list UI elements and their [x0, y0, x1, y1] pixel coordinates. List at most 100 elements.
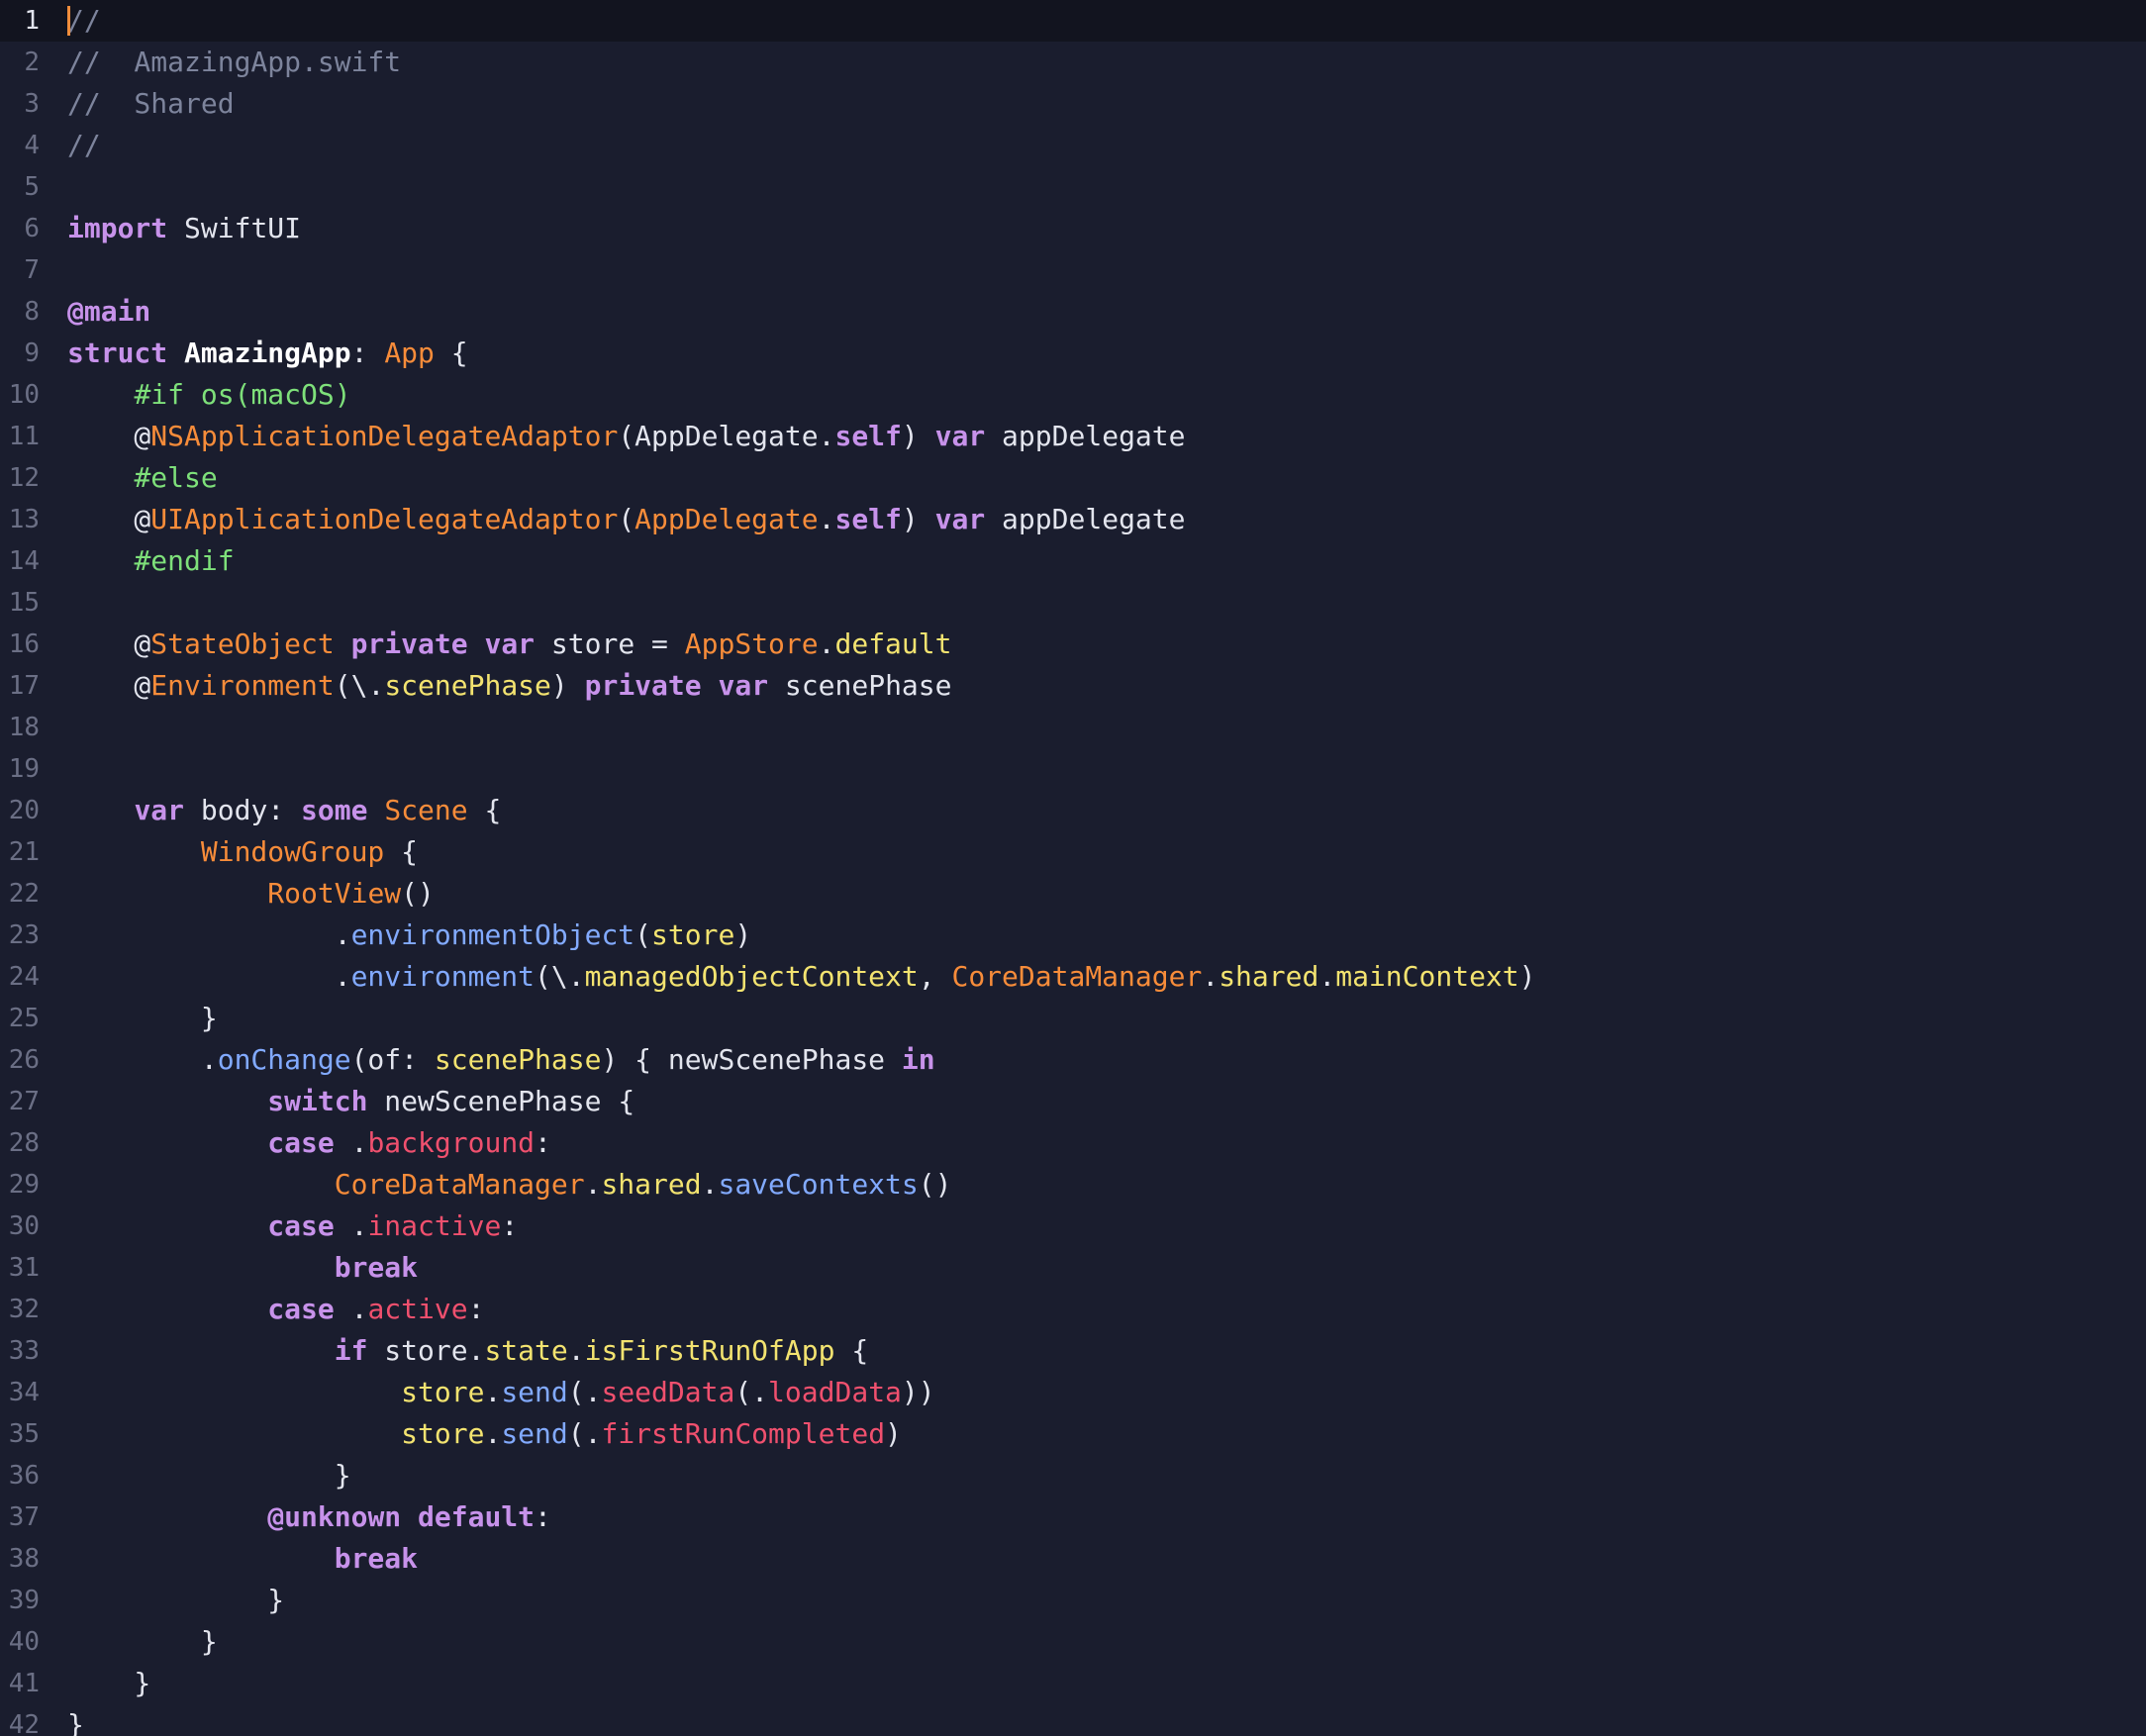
code-text[interactable]: struct AmazingApp: App {: [67, 333, 468, 374]
code-line[interactable]: 33 if store.state.isFirstRunOfApp {: [0, 1330, 2146, 1372]
code-line[interactable]: 3 // Shared: [0, 83, 2146, 125]
code-line[interactable]: 24 .environment(\.managedObjectContext, …: [0, 956, 2146, 998]
code-line[interactable]: 34 store.send(.seedData(.loadData)): [0, 1372, 2146, 1413]
code-line[interactable]: 18: [0, 707, 2146, 748]
code-line[interactable]: 19: [0, 748, 2146, 790]
code-token: @unknown: [267, 1500, 402, 1533]
line-number: 16: [8, 629, 40, 659]
code-text[interactable]: }: [67, 1580, 284, 1621]
code-text[interactable]: @Environment(\.scenePhase) private var s…: [67, 665, 951, 707]
code-line[interactable]: 28 case .background:: [0, 1122, 2146, 1164]
code-token: background: [367, 1126, 536, 1159]
code-text[interactable]: #endif: [67, 540, 234, 582]
code-line[interactable]: 12 #else: [0, 457, 2146, 499]
code-text[interactable]: case .inactive:: [67, 1206, 518, 1247]
line-number: 32: [8, 1295, 40, 1324]
code-line[interactable]: 14 #endif: [0, 540, 2146, 582]
code-token: @: [67, 420, 151, 452]
code-line[interactable]: 42}: [0, 1704, 2146, 1736]
code-text[interactable]: //: [67, 0, 101, 42]
code-text[interactable]: .environmentObject(store): [67, 915, 751, 956]
code-line[interactable]: 7: [0, 249, 2146, 291]
code-text[interactable]: }: [67, 1455, 351, 1496]
code-line[interactable]: 13 @UIApplicationDelegateAdaptor(AppDele…: [0, 499, 2146, 540]
code-line[interactable]: 27 switch newScenePhase {: [0, 1081, 2146, 1122]
code-line[interactable]: 15: [0, 582, 2146, 624]
code-text[interactable]: var body: some Scene {: [67, 790, 501, 831]
code-text[interactable]: RootView(): [67, 873, 435, 915]
code-line[interactable]: 5: [0, 166, 2146, 208]
code-line[interactable]: 22 RootView(): [0, 873, 2146, 915]
code-token: var: [934, 503, 986, 535]
code-token: UIApplicationDelegateAdaptor: [150, 503, 619, 535]
code-line[interactable]: 10 #if os(macOS): [0, 374, 2146, 416]
code-line[interactable]: 6 import SwiftUI: [0, 208, 2146, 249]
line-number: 7: [24, 255, 40, 285]
code-text[interactable]: #else: [67, 457, 217, 499]
code-line[interactable]: 23 .environmentObject(store): [0, 915, 2146, 956]
code-line[interactable]: 20 var body: some Scene {: [0, 790, 2146, 831]
code-text[interactable]: case .background:: [67, 1122, 551, 1164]
code-text[interactable]: break: [67, 1247, 418, 1289]
code-text[interactable]: @main: [67, 291, 150, 333]
code-line[interactable]: 11 @NSApplicationDelegateAdaptor(AppDele…: [0, 416, 2146, 457]
code-line[interactable]: 26 .onChange(of: scenePhase) { newSceneP…: [0, 1039, 2146, 1081]
code-text[interactable]: .onChange(of: scenePhase) { newScenePhas…: [67, 1039, 935, 1081]
code-line[interactable]: 8 @main: [0, 291, 2146, 333]
code-token: store: [401, 1417, 485, 1450]
code-token: send: [501, 1417, 568, 1450]
code-text[interactable]: @unknown default:: [67, 1496, 551, 1538]
code-text[interactable]: }: [67, 1621, 218, 1663]
code-line[interactable]: 29 CoreDataManager.shared.saveContexts(): [0, 1164, 2146, 1206]
code-text[interactable]: #if os(macOS): [67, 374, 350, 416]
code-token: isFirstRunOfApp: [584, 1334, 835, 1367]
code-line[interactable]: 30 case .inactive:: [0, 1206, 2146, 1247]
code-text[interactable]: // AmazingApp.swift: [67, 42, 401, 83]
code-line[interactable]: 40 }: [0, 1621, 2146, 1663]
code-text[interactable]: import SwiftUI: [67, 208, 301, 249]
code-line[interactable]: 1 //: [0, 0, 2146, 42]
code-text[interactable]: break: [67, 1538, 418, 1580]
code-line[interactable]: 25 }: [0, 998, 2146, 1039]
code-text[interactable]: CoreDataManager.shared.saveContexts(): [67, 1164, 952, 1206]
code-text[interactable]: WindowGroup {: [67, 831, 418, 873]
code-line[interactable]: 17 @Environment(\.scenePhase) private va…: [0, 665, 2146, 707]
code-text[interactable]: @StateObject private var store = AppStor…: [67, 624, 951, 665]
code-text[interactable]: switch newScenePhase {: [67, 1081, 634, 1122]
code-line[interactable]: 32 case .active:: [0, 1289, 2146, 1330]
code-text[interactable]: }: [67, 998, 218, 1039]
code-text[interactable]: @UIApplicationDelegateAdaptor(AppDelegat…: [67, 499, 1185, 540]
code-line[interactable]: 35 store.send(.firstRunCompleted): [0, 1413, 2146, 1455]
code-token: ) { newScenePhase: [601, 1043, 902, 1076]
code-text[interactable]: @NSApplicationDelegateAdaptor(AppDelegat…: [67, 416, 1185, 457]
code-line[interactable]: 37 @unknown default:: [0, 1496, 2146, 1538]
code-text[interactable]: // Shared: [67, 83, 235, 125]
code-text[interactable]: if store.state.isFirstRunOfApp {: [67, 1330, 868, 1372]
code-token: .: [67, 918, 351, 951]
code-line[interactable]: 41 }: [0, 1663, 2146, 1704]
code-token: App: [384, 337, 435, 369]
code-line[interactable]: 4 //: [0, 125, 2146, 166]
code-text[interactable]: store.send(.firstRunCompleted): [67, 1413, 902, 1455]
code-text[interactable]: //: [67, 125, 101, 166]
code-line[interactable]: 16 @StateObject private var store = AppS…: [0, 624, 2146, 665]
code-token: var: [484, 627, 536, 660]
code-editor[interactable]: 1 // 2 // AmazingApp.swift 3 // Shared 4 // 5 6 im…: [0, 0, 2146, 1736]
code-text[interactable]: .environment(\.managedObjectContext, Cor…: [67, 956, 1536, 998]
code-line[interactable]: 39 }: [0, 1580, 2146, 1621]
code-text[interactable]: }: [67, 1663, 150, 1704]
code-token: break: [334, 1542, 419, 1575]
code-line[interactable]: 9 struct AmazingApp: App {: [0, 333, 2146, 374]
code-text[interactable]: }: [67, 1704, 84, 1736]
code-line[interactable]: 2 // AmazingApp.swift: [0, 42, 2146, 83]
code-text[interactable]: store.send(.seedData(.loadData)): [67, 1372, 934, 1413]
code-line[interactable]: 31 break: [0, 1247, 2146, 1289]
code-line[interactable]: 38 break: [0, 1538, 2146, 1580]
line-number: 12: [8, 463, 40, 493]
code-line[interactable]: 36 }: [0, 1455, 2146, 1496]
code-text[interactable]: case .active:: [67, 1289, 484, 1330]
code-token: }: [67, 1002, 218, 1034]
code-line[interactable]: 21 WindowGroup {: [0, 831, 2146, 873]
